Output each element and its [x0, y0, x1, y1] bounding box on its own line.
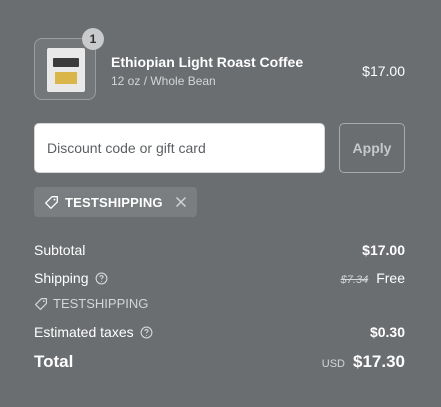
quantity-badge: 1	[82, 28, 104, 50]
taxes-row: Estimated taxes $0.30	[34, 324, 405, 342]
close-icon[interactable]	[173, 194, 189, 210]
total-value: $17.30	[353, 352, 405, 371]
original-shipping-price: $7.34	[340, 274, 369, 286]
total-row: Total USD $17.30	[34, 352, 405, 374]
shipping-label: Shipping	[34, 270, 89, 286]
tag-icon	[44, 195, 59, 210]
subtotal-row: Subtotal $17.00	[34, 242, 405, 260]
product-name: Ethiopian Light Roast Coffee	[111, 54, 304, 70]
total-currency: USD	[321, 358, 345, 370]
info-icon[interactable]	[140, 326, 153, 339]
taxes-value: $0.30	[369, 324, 405, 340]
total-label: Total	[34, 352, 74, 371]
info-icon[interactable]	[95, 272, 108, 285]
product-variant: 12 oz / Whole Bean	[111, 74, 216, 88]
applied-discount-chip: TESTSHIPPING	[34, 187, 197, 217]
discount-code-input[interactable]	[34, 123, 325, 173]
subtotal-label: Subtotal	[34, 242, 86, 258]
line-item: 1 Ethiopian Light Roast Coffee 12 oz / W…	[34, 28, 405, 102]
coffee-bag-image	[47, 48, 85, 92]
shipping-discount-code: TESTSHIPPING	[53, 296, 149, 311]
tag-icon	[34, 297, 48, 311]
shipping-row: Shipping $7.34 Free	[34, 270, 405, 288]
subtotal-value: $17.00	[362, 242, 405, 258]
taxes-label: Estimated taxes	[34, 324, 134, 340]
applied-discount-code: TESTSHIPPING	[65, 194, 163, 210]
apply-button[interactable]: Apply	[339, 123, 405, 173]
product-price: $17.00	[362, 63, 405, 79]
shipping-discount: TESTSHIPPING	[34, 296, 148, 311]
shipping-value: Free	[376, 270, 405, 286]
